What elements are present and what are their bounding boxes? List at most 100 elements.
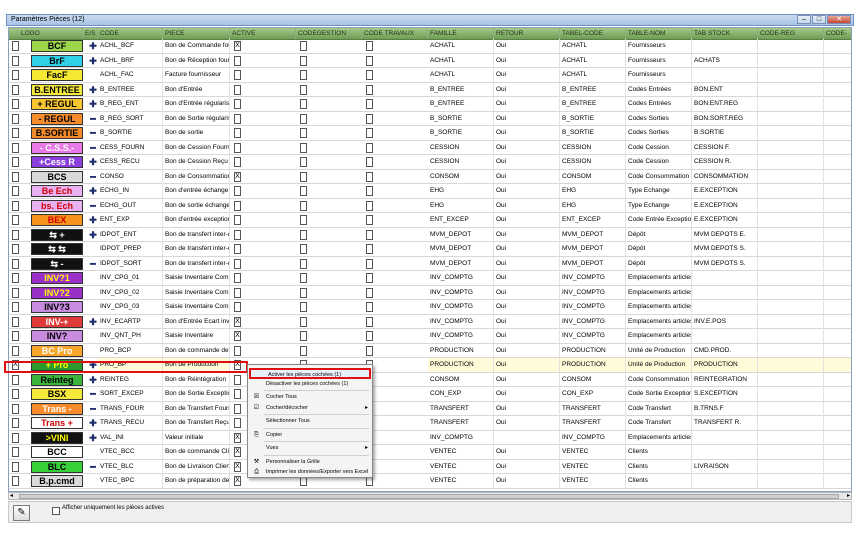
table-nom-cell[interactable]: Dépôt: [626, 242, 692, 256]
code-cell-extra[interactable]: [824, 184, 851, 198]
tabel-code-cell[interactable]: CONSOM: [560, 169, 626, 184]
retour-cell[interactable]: Oui: [494, 285, 560, 300]
famille-cell[interactable]: TRANSFERT: [428, 416, 494, 430]
active-checkbox[interactable]: [234, 186, 241, 196]
code-cell-extra[interactable]: [824, 329, 851, 343]
code-cell[interactable]: B_SORTIE: [98, 126, 163, 140]
retour-cell[interactable]: Oui: [494, 271, 560, 285]
row-select-checkbox[interactable]: [12, 418, 19, 428]
tab-stock-cell[interactable]: [692, 300, 758, 314]
piece-cell[interactable]: Bon d'Entrée Ecart invent: [163, 314, 230, 329]
tabel-code-cell[interactable]: B_SORTIE: [560, 126, 626, 140]
column-header-12[interactable]: CODE-REG: [758, 28, 824, 39]
famille-cell[interactable]: MVM_DEPOT: [428, 256, 494, 271]
table-row[interactable]: BCS ━ CONSO Bon de Consommation X CONSOM Oui CO…: [9, 169, 851, 184]
piece-cell[interactable]: Bon de Réintégration: [163, 372, 230, 387]
tab-stock-cell[interactable]: MVM DEPOTS S.: [692, 256, 758, 271]
codegestion-checkbox[interactable]: [300, 70, 307, 80]
famille-cell[interactable]: B_SORTIE: [428, 126, 494, 140]
active-checkbox[interactable]: [234, 200, 241, 211]
retour-cell[interactable]: Oui: [494, 256, 560, 271]
maximize-button[interactable]: □: [812, 15, 826, 24]
code-cell-extra[interactable]: [824, 199, 851, 213]
code-cell-extra[interactable]: [824, 97, 851, 111]
piece-cell[interactable]: Bon de Consommation: [163, 169, 230, 184]
row-select-checkbox[interactable]: [12, 171, 19, 182]
retour-cell[interactable]: Oui: [494, 213, 560, 227]
code-cell[interactable]: INV_ECARTP: [98, 314, 163, 329]
retour-cell[interactable]: Oui: [494, 227, 560, 242]
code-reg-cell[interactable]: [758, 53, 824, 68]
active-checkbox[interactable]: X: [234, 447, 241, 457]
codegestion-checkbox[interactable]: [300, 302, 307, 312]
retour-cell[interactable]: Oui: [494, 242, 560, 256]
menu-item[interactable]: ☑ Cocher/décocher ▸: [249, 403, 371, 414]
tab-stock-cell[interactable]: CMD.PROD.: [692, 343, 758, 358]
table-nom-cell[interactable]: Codes Sorties: [626, 126, 692, 140]
piece-cell[interactable]: Bon de transfert inter-dép: [163, 227, 230, 242]
active-checkbox[interactable]: [234, 157, 241, 167]
piece-cell[interactable]: Bon de Livraison Client: [163, 459, 230, 474]
retour-cell[interactable]: Oui: [494, 474, 560, 488]
table-row[interactable]: Trans + ✚ TRANS_RECU Bon de Transfert Reçu T…: [9, 416, 851, 431]
code-cell-extra[interactable]: [824, 257, 851, 271]
table-row[interactable]: Reinteg ✚ REINTEG Bon de Réintégration CONSO…: [9, 372, 851, 387]
table-row[interactable]: INV?1 INV_CPG_01Saisie Inventaire Comptag…: [9, 271, 851, 286]
code-cell[interactable]: ENT_EXP: [98, 213, 163, 227]
piece-cell[interactable]: Facture fournisseur: [163, 68, 230, 82]
retour-cell[interactable]: Oui: [494, 111, 560, 126]
active-only-checkbox[interactable]: [52, 507, 60, 515]
tab-stock-cell[interactable]: CESSION F.: [692, 140, 758, 155]
tabel-code-cell[interactable]: MVM_DEPOT: [560, 256, 626, 271]
table-row[interactable]: Be Ech ✚ ECHG_IN Bon d'entrée échange EHG Oui…: [9, 184, 851, 199]
tabel-code-cell[interactable]: CONSOM: [560, 372, 626, 387]
row-select-checkbox[interactable]: [12, 287, 19, 298]
famille-cell[interactable]: B_SORTIE: [428, 111, 494, 126]
retour-cell[interactable]: Oui: [494, 300, 560, 314]
code-cell-extra[interactable]: [824, 126, 851, 140]
code-travaux-checkbox[interactable]: [366, 157, 373, 167]
code-reg-cell[interactable]: [758, 285, 824, 300]
retour-cell[interactable]: Oui: [494, 155, 560, 169]
active-checkbox[interactable]: [234, 389, 241, 399]
table-nom-cell[interactable]: Fournisseurs: [626, 39, 692, 53]
table-nom-cell[interactable]: Codes Entrées: [626, 82, 692, 97]
active-checkbox[interactable]: [234, 374, 241, 385]
active-checkbox[interactable]: [234, 128, 241, 138]
column-header-8[interactable]: RETOUR: [494, 28, 560, 39]
famille-cell[interactable]: PRODUCTION: [428, 343, 494, 358]
active-checkbox[interactable]: [234, 345, 241, 356]
table-nom-cell[interactable]: Unité de Production: [626, 358, 692, 372]
row-select-checkbox[interactable]: [12, 331, 19, 341]
table-row[interactable]: FacF ACHL_FAC Facture fournisseur ACHATL Oui…: [9, 68, 851, 83]
famille-cell[interactable]: CONSOM: [428, 372, 494, 387]
column-header-2[interactable]: CODE: [98, 28, 163, 39]
famille-cell[interactable]: MVM_DEPOT: [428, 242, 494, 256]
piece-cell[interactable]: Bon de Réception fournis: [163, 53, 230, 68]
retour-cell[interactable]: Oui: [494, 343, 560, 358]
column-header-5[interactable]: CODEGESTION: [296, 28, 362, 39]
table-row[interactable]: INV?3 INV_CPG_03Saisie Inventaire Comptag…: [9, 300, 851, 315]
menu-item[interactable]: ⚒ Personnaliser la Grille: [249, 457, 371, 468]
tabel-code-cell[interactable]: INV_COMPTG: [560, 285, 626, 300]
tabel-code-cell[interactable]: PRODUCTION: [560, 358, 626, 372]
tabel-code-cell[interactable]: MVM_DEPOT: [560, 242, 626, 256]
piece-cell[interactable]: Bon de commande de Pro: [163, 343, 230, 358]
famille-cell[interactable]: VENTEC: [428, 445, 494, 459]
table-nom-cell[interactable]: Code Entrée Exception: [626, 213, 692, 227]
famille-cell[interactable]: ACHATL: [428, 68, 494, 82]
codegestion-checkbox[interactable]: [300, 99, 307, 109]
famille-cell[interactable]: MVM_DEPOT: [428, 227, 494, 242]
piece-cell[interactable]: Bon de préparation de la c: [163, 474, 230, 488]
famille-cell[interactable]: INV_COMPTG: [428, 300, 494, 314]
famille-cell[interactable]: CESSION: [428, 140, 494, 155]
code-travaux-checkbox[interactable]: [366, 316, 373, 327]
table-nom-cell[interactable]: Fournisseurs: [626, 53, 692, 68]
column-header-13[interactable]: CODE-: [824, 28, 851, 39]
row-select-checkbox[interactable]: [12, 374, 19, 385]
column-header-11[interactable]: TAB STOCK: [692, 28, 758, 39]
menu-item[interactable]: Activer les pièces cochées (1): [249, 368, 371, 379]
piece-cell[interactable]: Bon de sortie échange: [163, 198, 230, 213]
table-row[interactable]: ⇆ -━IDPOT_SORTBon de transfert inter-dép…: [9, 256, 851, 271]
code-reg-cell[interactable]: [758, 242, 824, 256]
